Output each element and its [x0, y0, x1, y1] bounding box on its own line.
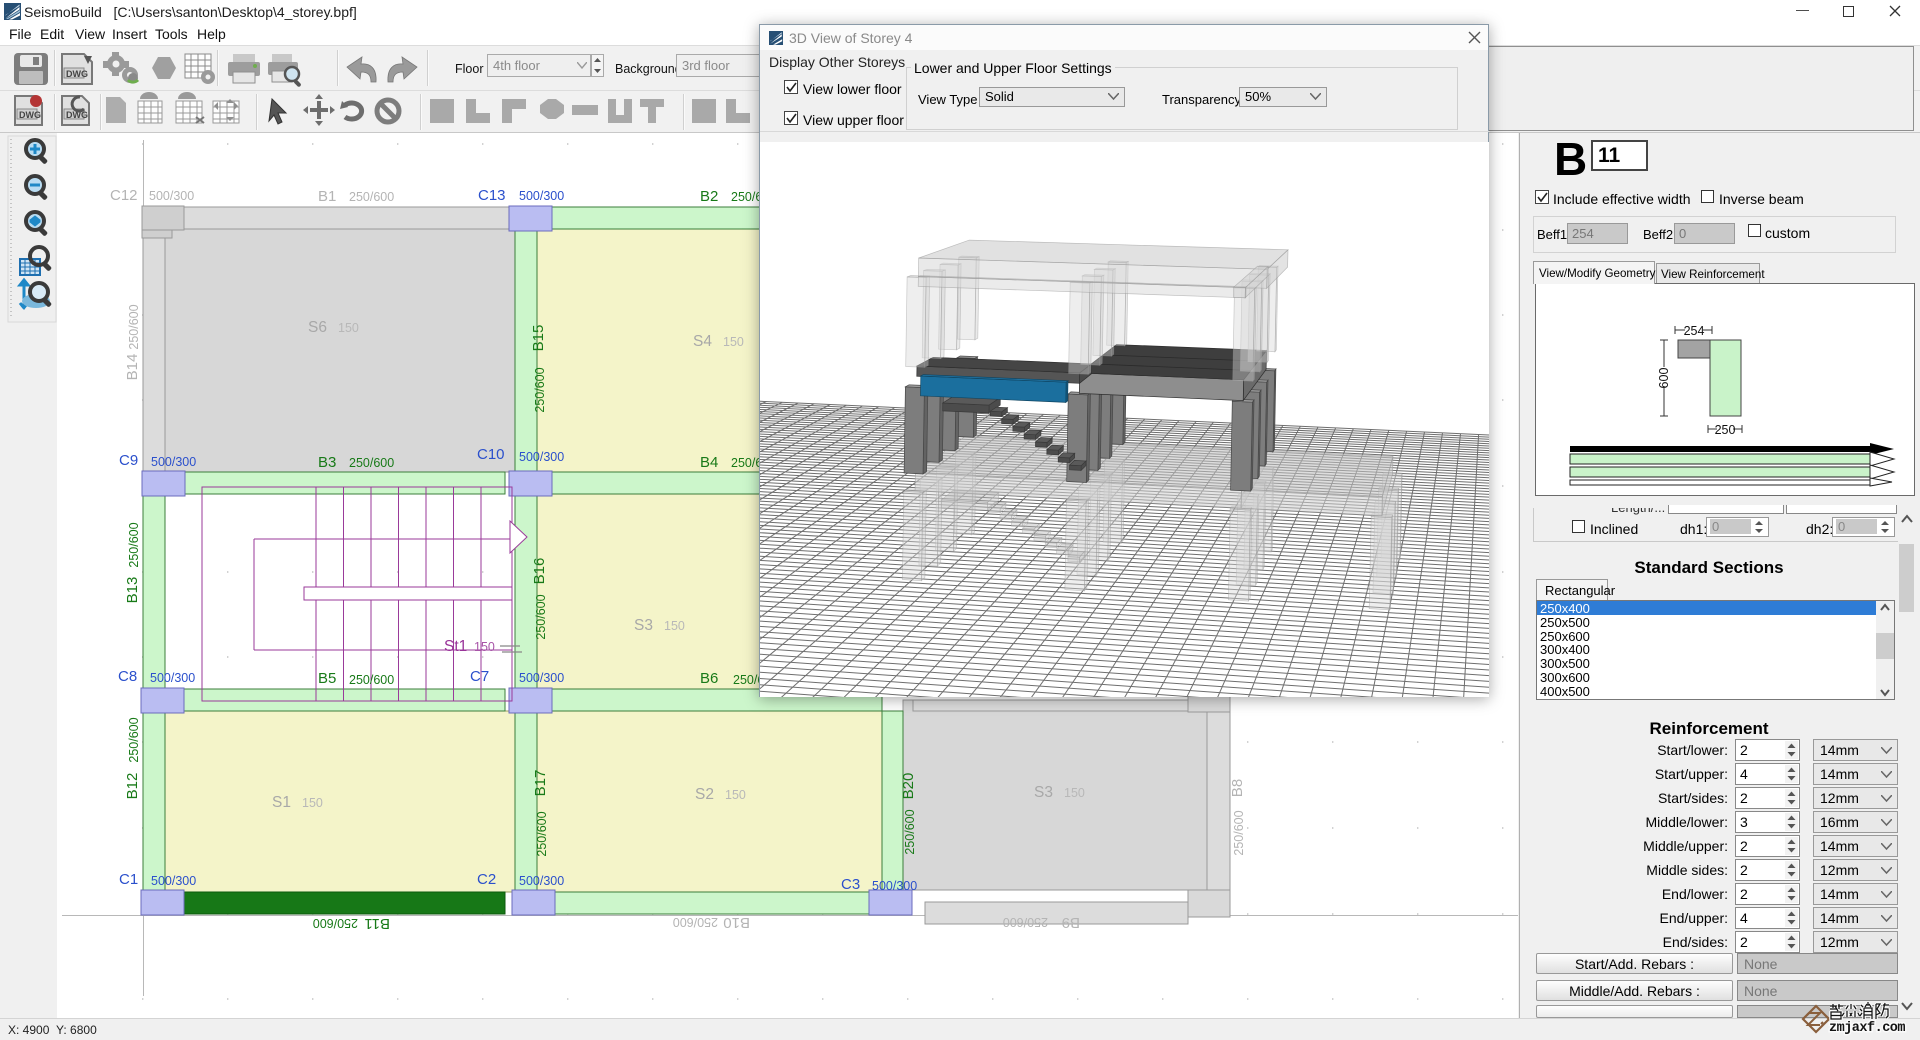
svg-text:250/600: 250/600: [349, 456, 394, 470]
svg-text:250/600: 250/600: [535, 811, 549, 856]
svg-text:S1: S1: [272, 794, 291, 811]
svg-text:B9: B9: [1062, 914, 1080, 931]
svg-text:150: 150: [338, 321, 359, 335]
svg-text:C9: C9: [119, 452, 138, 469]
svg-text:S6: S6: [308, 319, 327, 336]
svg-text:B4: B4: [700, 454, 718, 471]
svg-text:C8: C8: [118, 668, 137, 685]
svg-text:250: 250: [1715, 423, 1736, 437]
svg-text:500/300: 500/300: [519, 671, 564, 685]
svg-text:500/300: 500/300: [150, 671, 195, 685]
svg-text:500/300: 500/300: [519, 874, 564, 888]
svg-text:B1: B1: [318, 188, 336, 205]
svg-text:S3: S3: [634, 617, 653, 634]
svg-text:C3: C3: [841, 876, 860, 893]
svg-text:150: 150: [474, 640, 495, 654]
svg-text:B15: B15: [530, 325, 547, 352]
svg-text:250/600: 250/600: [1232, 810, 1246, 855]
svg-text:B6: B6: [700, 670, 718, 687]
svg-text:250/600: 250/600: [313, 916, 358, 930]
svg-text:150: 150: [302, 796, 323, 810]
svg-text:250/600: 250/600: [127, 522, 141, 567]
svg-text:C10: C10: [477, 446, 505, 463]
svg-text:S2: S2: [695, 786, 714, 803]
svg-text:600: 600: [1657, 368, 1671, 389]
svg-text:St1: St1: [444, 638, 467, 655]
svg-text:500/300: 500/300: [151, 455, 196, 469]
svg-text:250/600: 250/600: [903, 809, 917, 854]
svg-text:254: 254: [1684, 324, 1705, 338]
svg-text:250/600: 250/600: [349, 673, 394, 687]
svg-text:C2: C2: [477, 871, 496, 888]
svg-text:C7: C7: [470, 668, 489, 685]
svg-text:250/600: 250/600: [127, 304, 141, 349]
svg-text:B16: B16: [531, 558, 548, 585]
svg-text:250/600: 250/600: [127, 717, 141, 762]
svg-text:B17: B17: [532, 770, 549, 797]
svg-text:B12: B12: [124, 773, 141, 800]
svg-text:500/300: 500/300: [519, 450, 564, 464]
svg-text:250/600: 250/600: [1003, 915, 1048, 929]
svg-text:DWG: DWG: [66, 69, 88, 79]
svg-text:250/600: 250/600: [533, 367, 547, 412]
svg-text:S3: S3: [1034, 784, 1053, 801]
svg-text:500/300: 500/300: [151, 874, 196, 888]
svg-text:B11: B11: [364, 915, 390, 932]
svg-text:C12: C12: [110, 187, 138, 204]
svg-text:S4: S4: [693, 333, 712, 350]
svg-text:DWG: DWG: [19, 110, 41, 120]
svg-text:500/300: 500/300: [519, 189, 564, 203]
svg-text:500/300: 500/300: [872, 879, 917, 893]
svg-text:150: 150: [725, 788, 746, 802]
svg-text:B13: B13: [124, 577, 141, 604]
svg-text:B20: B20: [900, 773, 917, 800]
svg-text:250/600: 250/600: [673, 915, 718, 929]
svg-text:B3: B3: [318, 454, 336, 471]
svg-text:150: 150: [664, 619, 685, 633]
svg-text:250/600: 250/600: [534, 594, 548, 639]
svg-text:B2: B2: [700, 188, 718, 205]
svg-text:150: 150: [723, 335, 744, 349]
svg-text:B5: B5: [318, 670, 336, 687]
svg-text:150: 150: [1064, 786, 1085, 800]
svg-text:C1: C1: [119, 871, 138, 888]
svg-text:500/300: 500/300: [149, 189, 194, 203]
svg-text:250/600: 250/600: [349, 190, 394, 204]
svg-text:B10: B10: [723, 914, 750, 931]
svg-text:B14: B14: [124, 354, 141, 381]
svg-text:C13: C13: [478, 187, 506, 204]
svg-text:zmjaxf.com: zmjaxf.com: [1829, 1021, 1905, 1036]
svg-text:B8: B8: [1229, 779, 1246, 797]
